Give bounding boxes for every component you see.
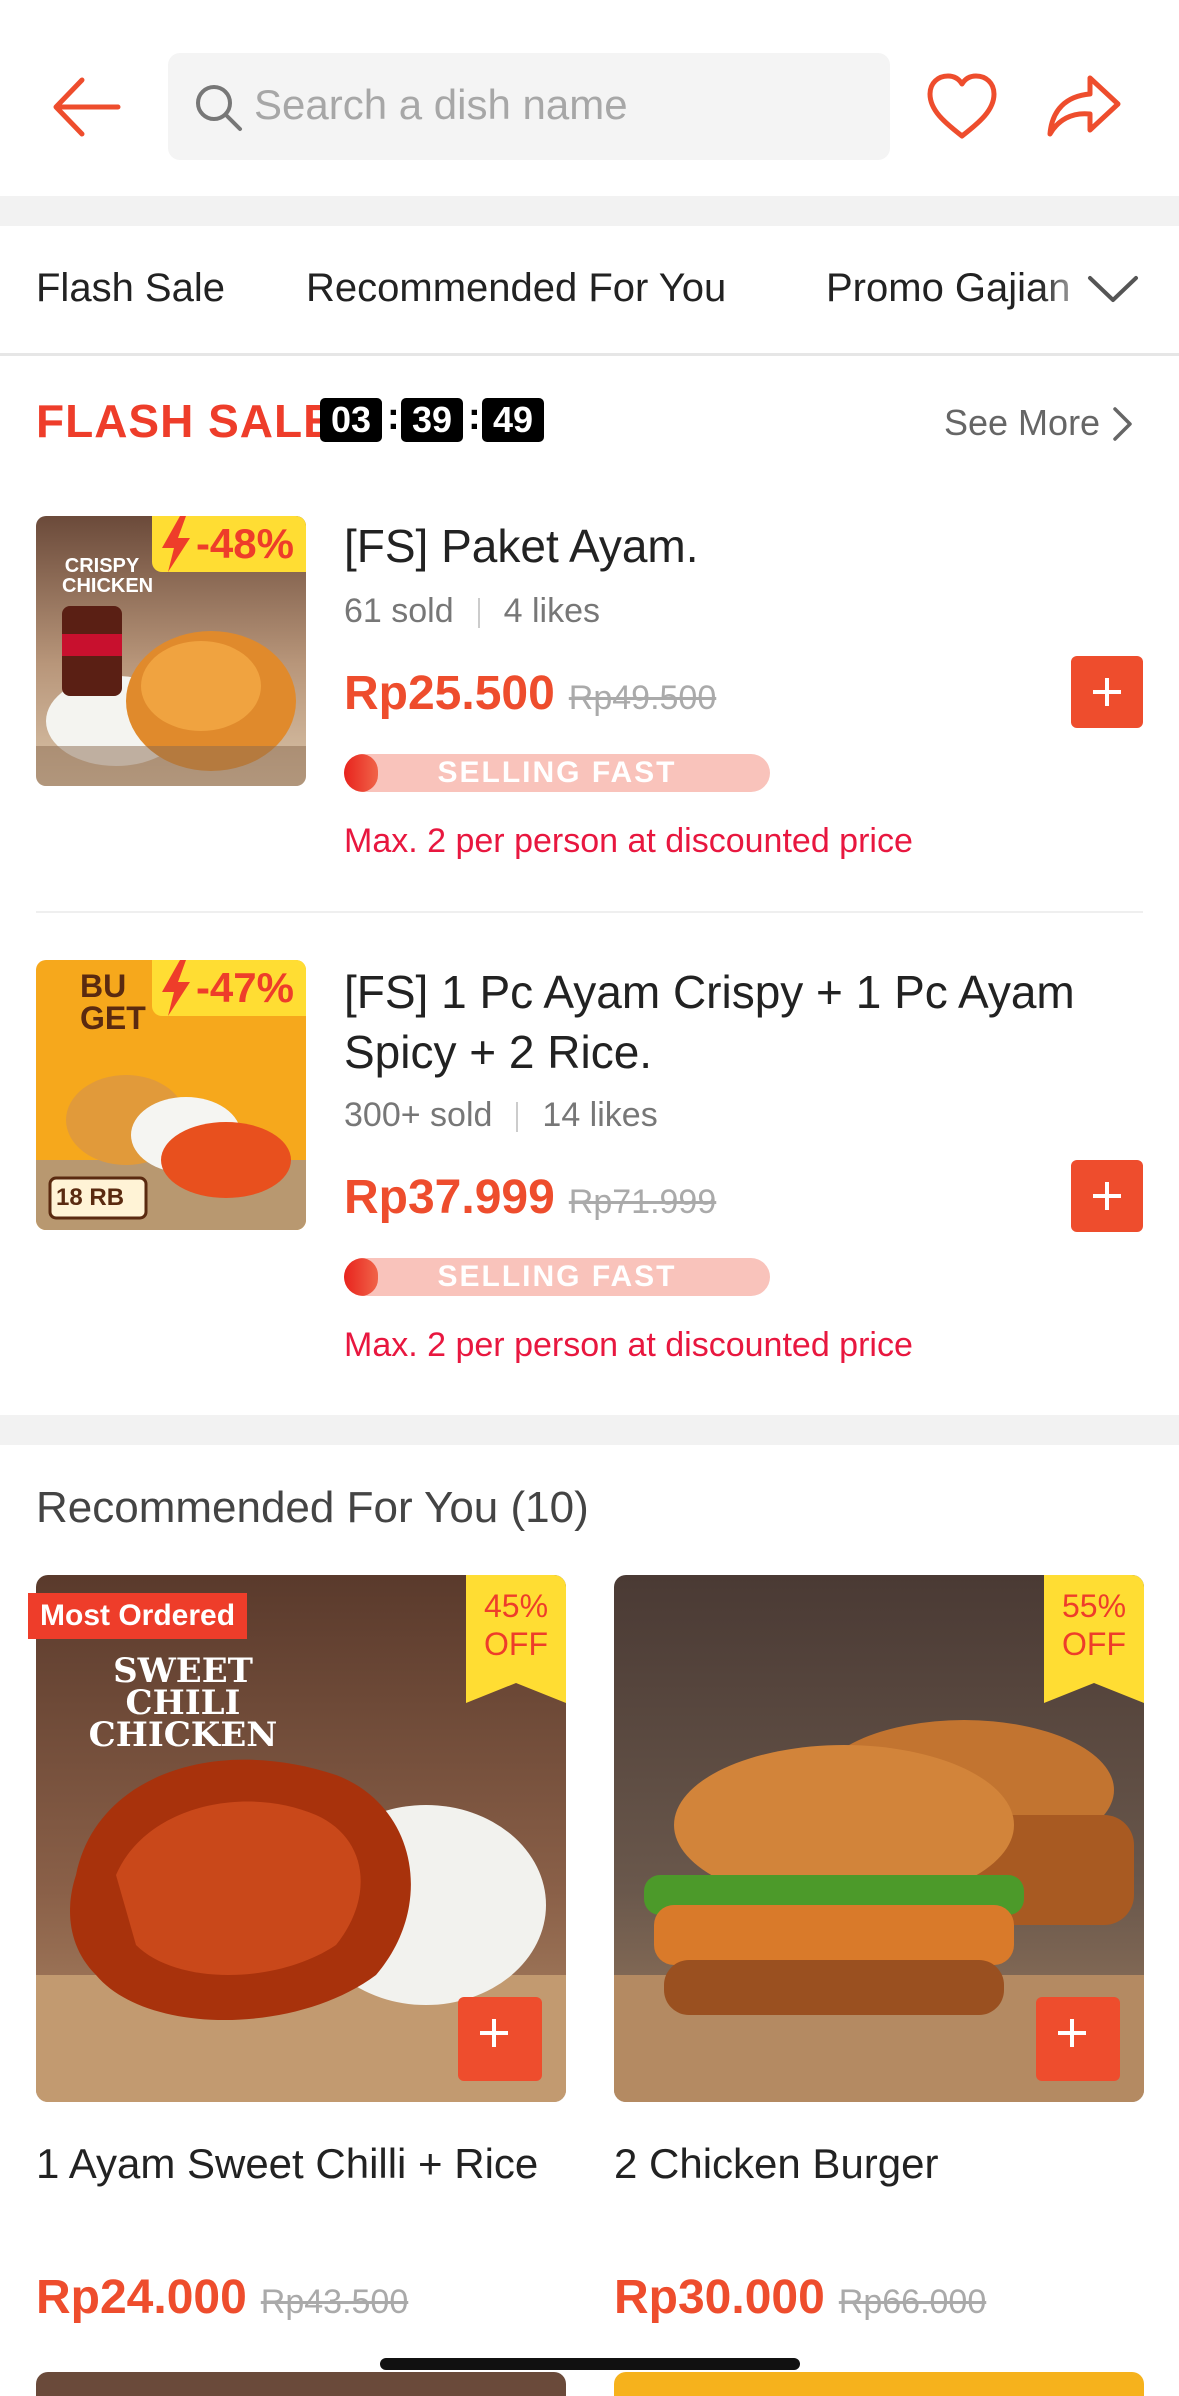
search-icon	[196, 85, 242, 131]
selling-fast-bar: SELLING FAST	[344, 1258, 770, 1296]
product-stats: 61 sold 4 likes	[344, 592, 601, 630]
product-price: Rp30.000 Rp66.000	[614, 2271, 987, 2324]
heart-icon[interactable]	[924, 70, 1000, 142]
tab-flash-sale[interactable]: Flash Sale	[36, 266, 225, 311]
timer-colon: :	[468, 396, 481, 438]
image-caption: BU GET	[80, 968, 146, 1036]
chevron-down-icon[interactable]	[1086, 268, 1140, 308]
tab-recommended[interactable]: Recommended For You	[306, 266, 726, 311]
product-stats: 300+ sold 14 likes	[344, 1096, 658, 1134]
original-price: Rp43.500	[260, 2283, 409, 2321]
section-separator	[0, 196, 1179, 226]
product-image[interactable]: SWEET CHILI CHICKEN 45% OFF	[36, 1575, 566, 2102]
product-image[interactable]: BU GET 18 RB -47%	[36, 960, 306, 1230]
timer-seconds: 49	[482, 398, 544, 442]
home-indicator[interactable]	[380, 2358, 800, 2370]
share-icon[interactable]	[1044, 70, 1124, 142]
search-input[interactable]: Search a dish name	[168, 53, 890, 160]
lightning-icon	[161, 516, 190, 572]
timer-minutes: 39	[401, 398, 463, 442]
discount-tag: 45% OFF	[466, 1575, 566, 1703]
see-more-link[interactable]: See More	[944, 402, 1100, 444]
product-image[interactable]: 55% OFF	[614, 1575, 1144, 2102]
tab-promo-gajian[interactable]: Promo Gajian	[826, 266, 1071, 311]
original-price: Rp66.000	[838, 2283, 987, 2321]
recommended-title: Recommended For You (10)	[36, 1483, 589, 1532]
section-separator	[0, 1415, 1179, 1445]
stat-divider	[516, 1102, 519, 1133]
add-to-cart-button[interactable]	[1036, 1997, 1120, 2081]
top-bar: Search a dish name	[0, 0, 1179, 196]
discount-tag: -47%	[151, 960, 306, 1016]
add-to-cart-button[interactable]	[458, 1997, 542, 2081]
image-caption: CRISPY CHICKEN	[62, 555, 154, 597]
search-placeholder: Search a dish name	[254, 81, 628, 128]
flash-sale-title: FLASH SALE	[36, 395, 335, 447]
product-name[interactable]: 1 Ayam Sweet Chilli + Rice	[36, 2140, 538, 2188]
next-card-peek	[614, 2372, 1144, 2396]
purchase-limit: Max. 2 per person at discounted price	[344, 1326, 913, 1364]
original-price: Rp71.999	[568, 1183, 717, 1221]
product-price: Rp37.999 Rp71.999	[344, 1171, 717, 1224]
next-card-peek	[36, 2372, 566, 2396]
timer-colon: :	[387, 396, 400, 438]
lightning-icon	[161, 960, 190, 1016]
discount-tag: 55% OFF	[1044, 1575, 1144, 1703]
back-arrow-icon[interactable]	[48, 72, 124, 142]
image-price-badge: 18 RB	[56, 1184, 125, 1211]
original-price: Rp49.500	[568, 679, 717, 717]
image-caption: SWEET CHILI CHICKEN	[88, 1651, 278, 1755]
discount-tag: -48%	[151, 516, 306, 572]
purchase-limit: Max. 2 per person at discounted price	[344, 822, 913, 860]
most-ordered-badge: Most Ordered	[28, 1593, 248, 1639]
product-image[interactable]: CRISPY CHICKEN -48%	[36, 516, 306, 786]
stat-divider	[477, 598, 480, 629]
item-divider	[36, 911, 1143, 913]
chevron-right-icon[interactable]	[1110, 404, 1136, 444]
selling-fast-label: SELLING FAST	[437, 1260, 677, 1293]
selling-fast-label: SELLING FAST	[437, 756, 677, 789]
category-tabs: Flash Sale Recommended For You Promo Gaj…	[0, 226, 1179, 356]
add-to-cart-button[interactable]	[1071, 656, 1143, 728]
product-name[interactable]: 2 Chicken Burger	[614, 2140, 939, 2188]
add-to-cart-button[interactable]	[1071, 1160, 1143, 1232]
product-name[interactable]: [FS] 1 Pc Ayam Crispy + 1 Pc Ayam Spicy …	[344, 962, 1124, 1082]
timer-hours: 03	[320, 398, 382, 442]
selling-fast-bar: SELLING FAST	[344, 754, 770, 792]
product-price: Rp24.000 Rp43.500	[36, 2271, 409, 2324]
product-name[interactable]: [FS] Paket Ayam.	[344, 516, 1124, 576]
product-price: Rp25.500 Rp49.500	[344, 667, 717, 720]
